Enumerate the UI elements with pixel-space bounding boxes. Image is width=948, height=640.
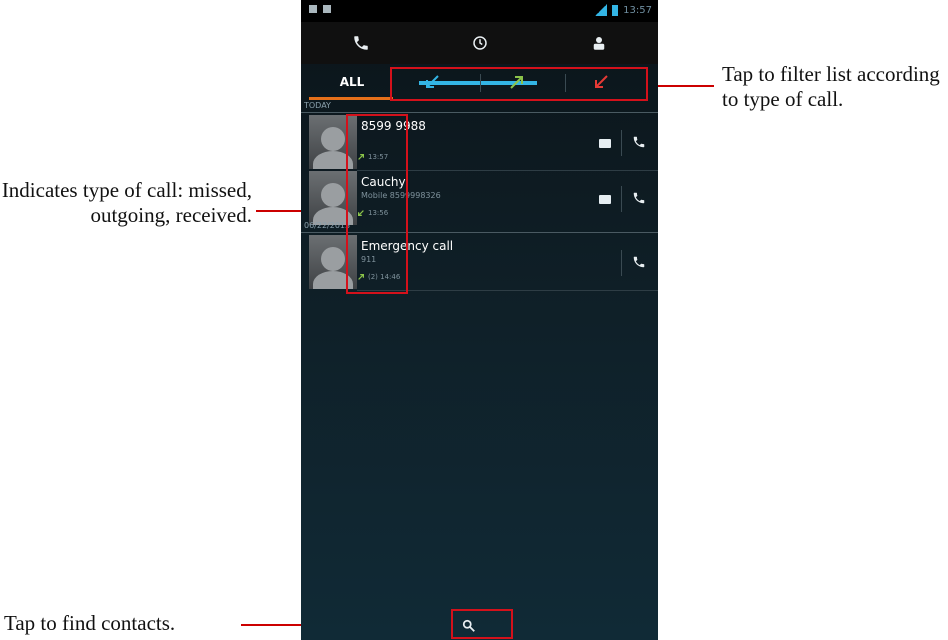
filter-callout-box [390, 67, 648, 101]
message-icon[interactable] [599, 194, 611, 204]
row-actions [621, 250, 646, 276]
signal-icon [595, 4, 608, 16]
phone-icon [633, 136, 645, 147]
type-annotation-text: Indicates type of call: missed, outgoing… [1, 178, 252, 227]
type-annotation: Indicates type of call: missed, outgoing… [0, 178, 252, 228]
phone-icon [353, 36, 368, 50]
call-button[interactable] [632, 190, 646, 209]
phone-icon [633, 192, 645, 203]
action-divider [621, 186, 622, 212]
filter-annotation: Tap to filter list according to type of … [722, 62, 948, 112]
tab-phone[interactable] [301, 22, 420, 64]
filter-all-indicator [309, 97, 393, 100]
tab-bar [301, 22, 658, 85]
action-divider [621, 250, 622, 276]
filter-all-tab[interactable]: ALL [309, 64, 395, 100]
call-type-callout-box [346, 114, 408, 294]
action-divider [621, 130, 622, 156]
notification-icon [309, 5, 317, 13]
message-icon[interactable] [599, 138, 611, 148]
search-callout-box [451, 609, 513, 639]
status-time: 13:57 [623, 4, 652, 16]
search-annotation: Tap to find contacts. [4, 611, 244, 636]
battery-icon [612, 4, 619, 16]
tab-contacts[interactable] [539, 22, 658, 64]
status-bar: 13:57 [301, 0, 658, 22]
contact-icon [593, 37, 604, 50]
filter-annotation-text: Tap to filter list according to type of … [722, 62, 940, 111]
section-header-today: TODAY [301, 101, 658, 113]
search-annotation-text: Tap to find contacts. [4, 611, 176, 635]
phone-icon [633, 256, 645, 267]
tab-call-log[interactable] [420, 22, 539, 64]
call-button[interactable] [632, 134, 646, 153]
notification-icon-2 [323, 5, 331, 13]
row-actions [599, 130, 646, 156]
clock-icon [472, 36, 487, 50]
row-actions [599, 186, 646, 212]
call-button[interactable] [632, 254, 646, 273]
